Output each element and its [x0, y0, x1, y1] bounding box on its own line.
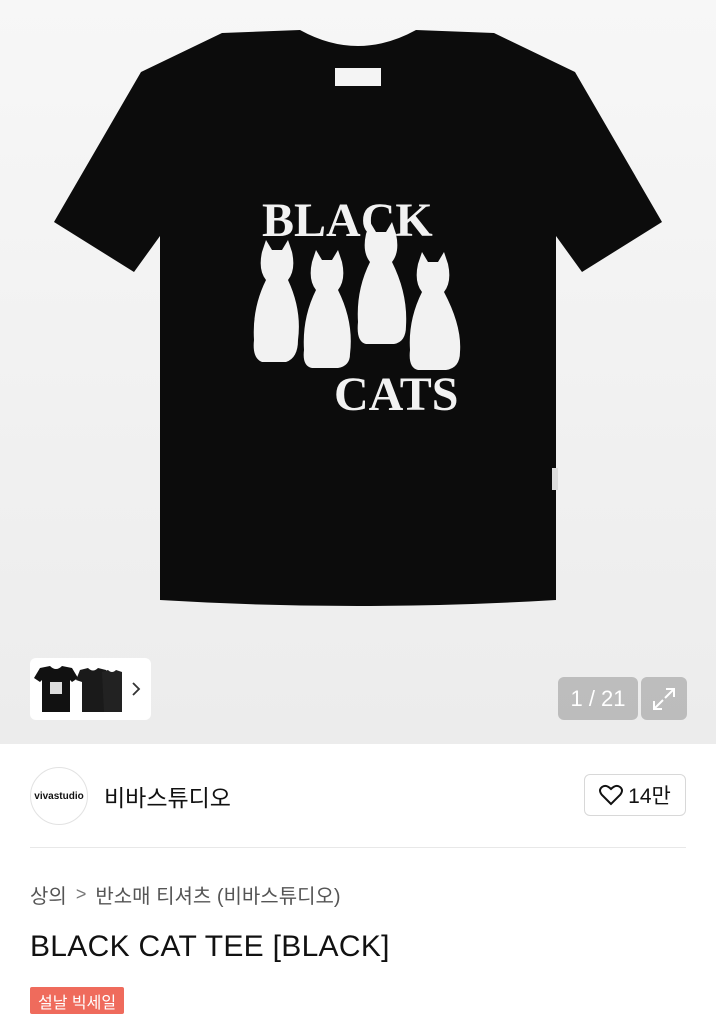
image-page-counter: 1 / 21	[558, 677, 638, 720]
tshirt-neck-label	[335, 68, 381, 86]
expand-button[interactable]	[641, 677, 687, 720]
brand-name[interactable]: 비바스튜디오	[104, 779, 231, 813]
product-image: BLACK CATS	[54, 30, 662, 606]
brand-row: vivastudio 비바스튜디오 14만	[30, 766, 686, 826]
like-count: 14만	[628, 785, 671, 808]
tshirt-side-tag	[552, 468, 558, 490]
product-image-gallery[interactable]: BLACK CATS 1 / 21	[0, 0, 716, 744]
expand-icon	[653, 687, 675, 710]
product-title: BLACK CAT TEE [BLACK]	[30, 930, 390, 963]
sale-badge: 설날 빅세일	[30, 987, 125, 1014]
breadcrumb-subcategory[interactable]: 반소매 티셔츠 (비바스튜디오)	[95, 880, 340, 909]
heart-icon	[599, 784, 624, 806]
brand-logo-text: vivastudio	[34, 790, 84, 802]
like-button[interactable]: 14만	[584, 774, 686, 816]
breadcrumb-separator: >	[75, 884, 87, 904]
thumbnail-image	[34, 662, 122, 716]
breadcrumb: 상의 > 반소매 티셔츠 (비바스튜디오)	[30, 880, 341, 909]
breadcrumb-category[interactable]: 상의	[30, 880, 67, 909]
shirt-print-cats: CATS	[334, 368, 458, 421]
shirt-print-black: BLACK	[262, 194, 433, 247]
brand-logo[interactable]: vivastudio	[30, 767, 88, 825]
chevron-right-icon[interactable]	[130, 681, 142, 697]
divider	[30, 847, 686, 848]
thumbnail-strip[interactable]	[30, 658, 151, 720]
